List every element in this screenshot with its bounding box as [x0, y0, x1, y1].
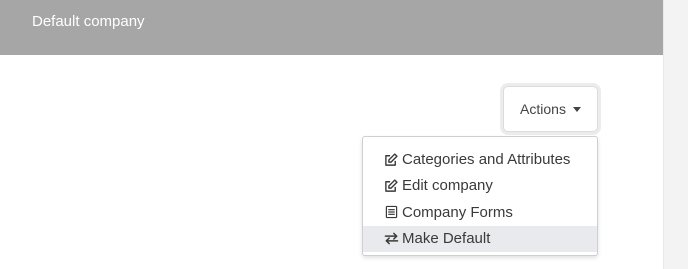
main-content: Default company Actions Categories and A… [0, 0, 663, 269]
actions-button-label: Actions [520, 101, 566, 117]
exchange-icon [383, 230, 400, 247]
edit-icon [383, 177, 400, 194]
actions-dropdown-menu: Categories and Attributes Edit company C… [362, 136, 598, 256]
menu-item-company-forms[interactable]: Company Forms [363, 199, 597, 226]
menu-item-make-default[interactable]: Make Default [363, 225, 597, 252]
caret-down-icon [572, 107, 581, 112]
menu-item-label: Make Default [402, 230, 491, 248]
menu-item-label: Edit company [402, 177, 493, 195]
page-title: Default company [32, 13, 145, 30]
actions-dropdown-button[interactable]: Actions [503, 86, 598, 132]
menu-item-categories-and-attributes[interactable]: Categories and Attributes [363, 146, 597, 173]
menu-item-label: Company Forms [402, 203, 513, 221]
edit-icon [383, 151, 400, 168]
form-icon [383, 204, 400, 221]
header-bar: Default company [0, 0, 663, 55]
scrollbar-track[interactable] [663, 0, 688, 269]
menu-item-label: Categories and Attributes [402, 150, 571, 168]
menu-item-edit-company[interactable]: Edit company [363, 173, 597, 200]
page: Default company Actions Categories and A… [0, 0, 688, 269]
